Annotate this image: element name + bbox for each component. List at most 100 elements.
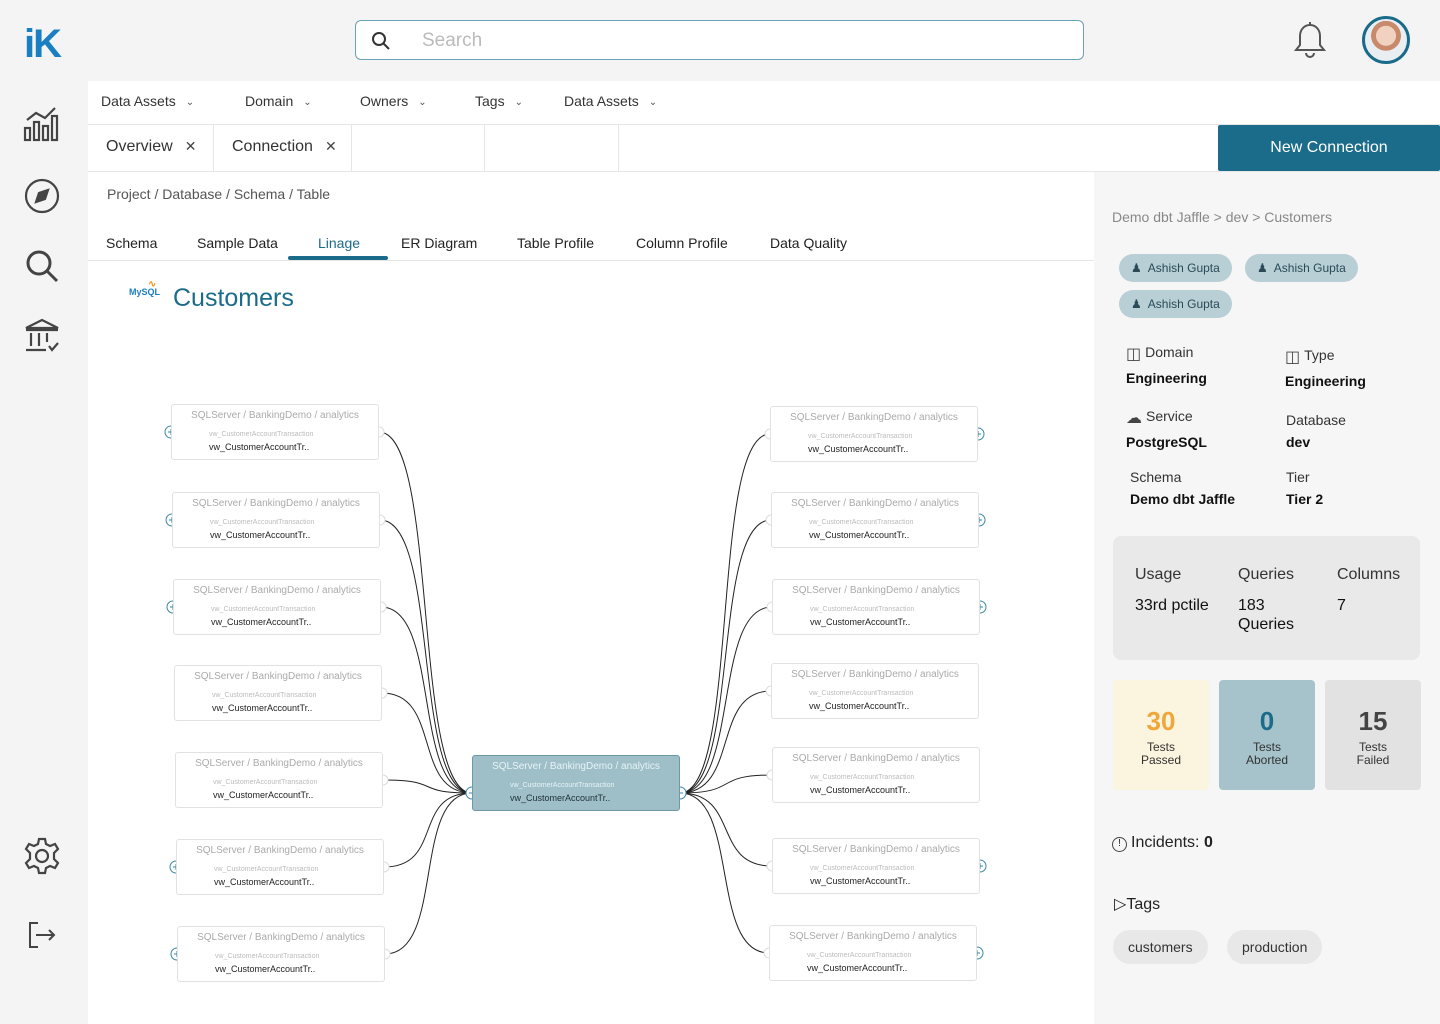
tag-chip[interactable]: customers — [1113, 930, 1208, 964]
notification-bell-icon[interactable] — [1290, 20, 1330, 60]
user-avatar[interactable] — [1362, 16, 1410, 64]
compass-icon[interactable] — [22, 176, 62, 216]
filter-data-assets-2[interactable]: Data Assets ⌄ — [564, 93, 657, 109]
node-full-name: vw_CustomerAccountTransaction — [214, 866, 319, 873]
search-bar[interactable] — [355, 20, 1084, 60]
node-short-name: vw_CustomerAccountTr.. — [209, 442, 310, 452]
node-short-name: vw_CustomerAccountTr.. — [214, 877, 315, 887]
lineage-edge — [383, 792, 473, 868]
lineage-node-upstream[interactable]: SQLServer / BankingDemo / analytics vw_Cu… — [174, 665, 382, 721]
field-label: Database — [1286, 412, 1346, 428]
filter-tags[interactable]: Tags ⌄ — [475, 93, 523, 109]
filter-bar: Data Assets ⌄ Domain ⌄ Owners ⌄ Tags ⌄ Data … — [88, 81, 1440, 125]
close-icon[interactable]: ✕ — [325, 138, 337, 154]
node-full-name: vw_CustomerAccountTransaction — [809, 519, 914, 526]
node-path: SQLServer / BankingDemo / analytics — [193, 585, 361, 596]
subtab-column-profile[interactable]: Column Profile — [636, 235, 728, 251]
node-path: SQLServer / BankingDemo / analytics — [789, 931, 957, 942]
owner-pill[interactable]: ♟ Ashish Gupta — [1119, 290, 1232, 318]
search-icon — [372, 32, 390, 50]
node-short-name: vw_CustomerAccountTr.. — [810, 617, 911, 627]
owner-pill[interactable]: ♟ Ashish Gupta — [1245, 254, 1358, 282]
user-icon: ♟ — [1131, 297, 1142, 311]
field-value: Demo dbt Jaffle — [1130, 491, 1236, 507]
new-connection-button[interactable]: New Connection — [1218, 125, 1440, 171]
subtab-schema[interactable]: Schema — [106, 235, 157, 251]
lineage-node-downstream[interactable]: SQLServer / BankingDemo / analytics vw_Cu… — [771, 492, 979, 548]
tests-passed-label: Tests Passed — [1140, 740, 1182, 767]
tab-label: Connection — [232, 138, 313, 155]
node-path: SQLServer / BankingDemo / analytics — [194, 671, 362, 682]
field-label: Domain — [1145, 344, 1194, 360]
lineage-node-upstream[interactable]: SQLServer / BankingDemo / analytics vw_Cu… — [171, 404, 379, 460]
tab-label: Overview — [106, 138, 173, 155]
governance-icon[interactable] — [22, 316, 62, 356]
lineage-node-upstream[interactable]: SQLServer / BankingDemo / analytics vw_Cu… — [172, 492, 380, 548]
node-full-name: vw_CustomerAccountTransaction — [215, 953, 320, 960]
filter-owners[interactable]: Owners ⌄ — [360, 93, 427, 109]
analytics-icon[interactable] — [22, 104, 62, 144]
user-icon: ♟ — [1131, 261, 1142, 275]
subtab-er-diagram[interactable]: ER Diagram — [401, 235, 477, 251]
alert-icon: ! — [1112, 837, 1127, 852]
lineage-node-upstream[interactable]: SQLServer / BankingDemo / analytics vw_Cu… — [176, 839, 384, 895]
table-icon: ◫ — [1285, 349, 1301, 366]
settings-icon[interactable] — [22, 836, 62, 876]
dolphin-icon: ∿ — [148, 279, 157, 290]
lineage-node-downstream[interactable]: SQLServer / BankingDemo / analytics vw_Cu… — [769, 925, 977, 981]
filter-label: Data Assets — [101, 93, 176, 109]
node-short-name: vw_CustomerAccountTr.. — [807, 963, 908, 973]
tests-aborted-card[interactable]: 0 Tests Aborted — [1219, 680, 1315, 790]
search-input[interactable] — [422, 27, 1062, 55]
incidents[interactable]: ! Incidents: 0 — [1112, 834, 1213, 852]
lineage-node-downstream[interactable]: SQLServer / BankingDemo / analytics vw_Cu… — [772, 838, 980, 894]
owner-name: Ashish Gupta — [1273, 261, 1346, 275]
chevron-down-icon: ⌄ — [418, 97, 427, 108]
tests-passed-card[interactable]: 30 Tests Passed — [1113, 680, 1209, 790]
tab-overview[interactable]: Overview ✕ — [88, 125, 214, 172]
lineage-edge — [384, 792, 473, 955]
owner-pill[interactable]: ♟ Ashish Gupta — [1119, 254, 1232, 282]
lineage-node-downstream[interactable]: SQLServer / BankingDemo / analytics vw_Cu… — [772, 747, 980, 803]
lineage-node-current[interactable]: SQLServer / BankingDemo / analytics vw_Cu… — [472, 755, 680, 811]
lineage-edge — [679, 606, 773, 794]
lineage-node-downstream[interactable]: SQLServer / BankingDemo / analytics vw_Cu… — [771, 663, 979, 719]
details-panel: Demo dbt Jaffle > dev > Customers ♟ Ashis… — [1094, 172, 1440, 1024]
tag-chip[interactable]: production — [1227, 930, 1323, 964]
filter-domain[interactable]: Domain ⌄ — [245, 93, 312, 109]
node-full-name: vw_CustomerAccountTransaction — [212, 692, 317, 699]
logout-icon[interactable] — [22, 915, 62, 955]
tab-connection[interactable]: Connection ✕ — [214, 125, 352, 172]
node-short-name: vw_CustomerAccountTr.. — [809, 530, 910, 540]
lineage-edge — [379, 519, 473, 794]
subtab-sample-data[interactable]: Sample Data — [197, 235, 278, 251]
mysql-logo: MySQL ∿ — [129, 279, 160, 297]
tests-failed-card[interactable]: 15 Tests Failed — [1325, 680, 1421, 790]
tests-aborted-count: 0 — [1259, 706, 1275, 736]
filter-data-assets[interactable]: Data Assets ⌄ — [101, 93, 194, 109]
node-full-name: vw_CustomerAccountTransaction — [810, 774, 915, 781]
domain-field: ◫ Domain Engineering — [1126, 344, 1207, 386]
tab-empty-1 — [352, 125, 485, 172]
schema-field: Schema Demo dbt Jaffle — [1130, 469, 1235, 507]
node-path: SQLServer / BankingDemo / analytics — [792, 844, 960, 855]
stat-label: Queries — [1238, 566, 1295, 583]
subtab-lineage[interactable]: Linage — [318, 235, 360, 251]
node-path: SQLServer / BankingDemo / analytics — [792, 753, 960, 764]
node-short-name: vw_CustomerAccountTr.. — [210, 530, 311, 540]
stat-label: Usage — [1135, 566, 1182, 583]
node-short-name: vw_CustomerAccountTr.. — [808, 444, 909, 454]
search-nav-icon[interactable] — [22, 246, 62, 286]
lineage-node-upstream[interactable]: SQLServer / BankingDemo / analytics vw_Cu… — [177, 926, 385, 982]
lineage-node-upstream[interactable]: SQLServer / BankingDemo / analytics vw_Cu… — [173, 579, 381, 635]
subtab-data-quality[interactable]: Data Quality — [770, 235, 847, 251]
lineage-node-downstream[interactable]: SQLServer / BankingDemo / analytics vw_Cu… — [770, 406, 978, 462]
chevron-down-icon: ⌄ — [303, 97, 312, 108]
tests-failed-label: Tests Failed — [1356, 740, 1390, 767]
filter-label: Tags — [475, 93, 505, 109]
lineage-node-upstream[interactable]: SQLServer / BankingDemo / analytics vw_Cu… — [175, 752, 383, 808]
close-icon[interactable]: ✕ — [185, 138, 197, 154]
subtab-table-profile[interactable]: Table Profile — [517, 235, 594, 251]
lineage-node-downstream[interactable]: SQLServer / BankingDemo / analytics vw_Cu… — [772, 579, 980, 635]
columns-stat: Columns 7 — [1337, 566, 1400, 615]
